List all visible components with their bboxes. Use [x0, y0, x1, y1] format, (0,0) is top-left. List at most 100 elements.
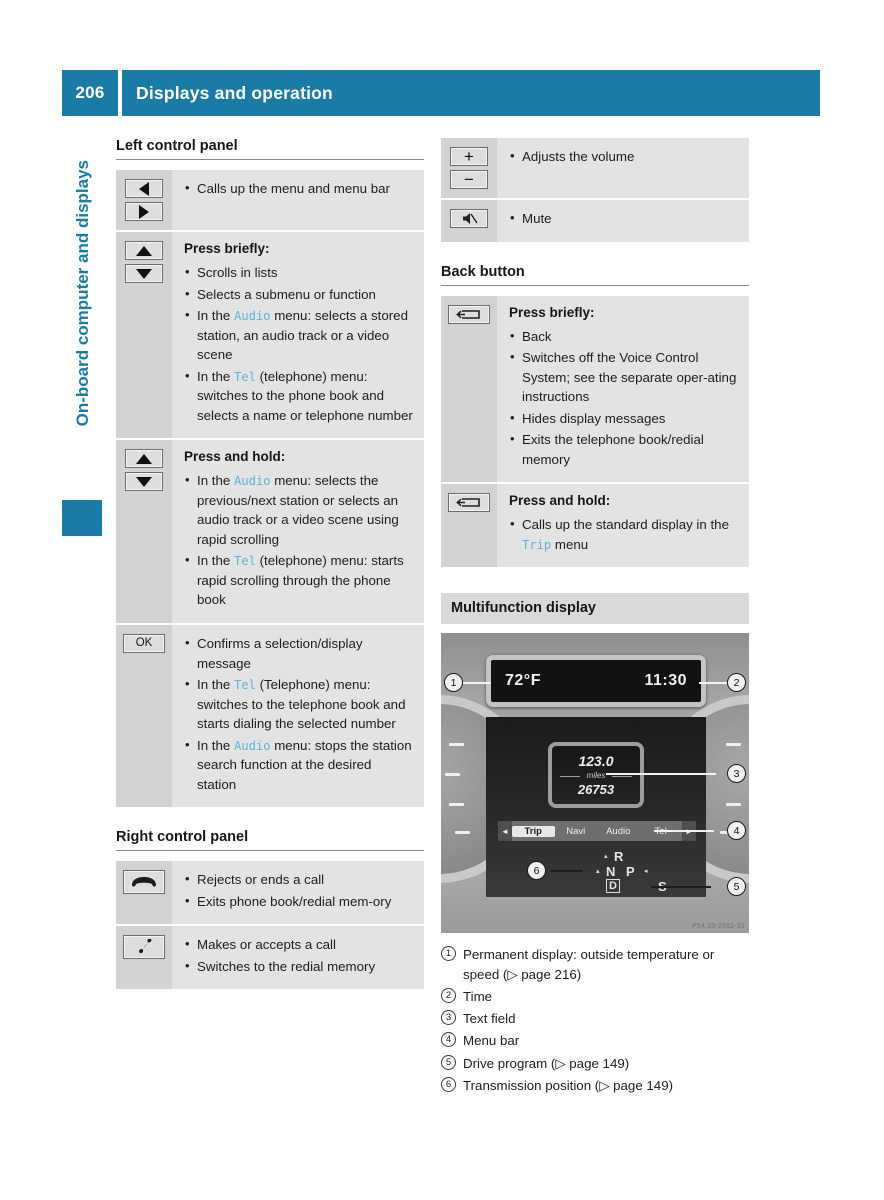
gauge-tick [449, 743, 464, 747]
control-row-title: Press and hold: [184, 449, 286, 465]
control-description-cell: Press and hold: In the Audio menu: select… [172, 440, 424, 623]
leader-line [463, 682, 491, 684]
caption-number-circle: 4 [441, 1032, 456, 1048]
menu-item-navi[interactable]: Navi [555, 826, 598, 837]
bullet-text: Exits phone book/redial mem‐ory [197, 893, 392, 909]
bullet-text: Confirms a selection/display message [197, 635, 363, 671]
bullet-item: Rejects or ends a call [184, 869, 414, 890]
bullet-text: Calls up the menu and menu bar [197, 181, 390, 196]
caption-row: 5 Drive program (▷ page 149) [441, 1054, 749, 1073]
bullet-item: Scrolls in lists [184, 262, 414, 283]
illustration-watermark: P54.33-2661-31 [691, 923, 745, 931]
control-table: Calls up the menu and menu bar Press brie… [116, 170, 424, 808]
bullet-text: Calls up the standard display in the [522, 517, 729, 533]
bullet-item: Back [509, 326, 739, 347]
control-description-cell: Adjusts the volume [497, 138, 749, 198]
caption-number-circle: 2 [441, 987, 456, 1003]
menu-term: Audio [233, 474, 271, 489]
bullet-text: In the [197, 737, 234, 753]
mute-key-icon[interactable] [450, 209, 488, 228]
gauge-tick [449, 803, 464, 807]
section-rule [116, 850, 424, 852]
caption-row: 4 Menu bar [441, 1031, 749, 1050]
caption-number-circle: 3 [441, 1010, 456, 1026]
back-key-icon[interactable] [448, 493, 490, 513]
triangle-left-icon[interactable] [125, 179, 163, 198]
control-row-title: Press briefly: [509, 304, 595, 320]
bullet-item: In the Tel (Telephone) menu: switches to… [184, 674, 414, 734]
phone-call-icon[interactable] [123, 935, 165, 960]
bullet-item: In the Audio menu: stops the station sea… [184, 735, 414, 795]
leader-line [654, 830, 714, 832]
section-heading: Right control panel [116, 829, 249, 846]
menu-term: Tel [233, 554, 256, 569]
permanent-display: 72°F 11:30 [486, 655, 706, 708]
caption-number-circle: 5 [441, 1054, 456, 1070]
bullet-text: Rejects or ends a call [197, 872, 325, 888]
bullet-list: Rejects or ends a call Exits phone book/r… [184, 869, 414, 911]
gauge-tick [455, 831, 470, 835]
triangle-down-icon[interactable] [125, 472, 163, 492]
bullet-item: Hides display messages [509, 408, 739, 429]
menu-term: Audio [233, 738, 271, 753]
text-field: 123.0 miles 26753 [548, 742, 644, 809]
triangle-down-icon[interactable] [125, 264, 163, 283]
section-rule [116, 159, 424, 160]
triangle-right-icon[interactable] [125, 202, 163, 221]
gear-position-r: R [614, 849, 624, 865]
menu-left-arrow-icon[interactable]: ◄ [498, 821, 512, 842]
caption-number-circle: 1 [441, 946, 456, 962]
bullet-list: Calls up the menu and menu bar [184, 178, 414, 199]
triangle-up-icon[interactable] [125, 449, 163, 469]
control-description-cell: Rejects or ends a call Exits phone book/r… [172, 861, 424, 925]
back-button-section: Back button Press briefly: Back Switches o… [441, 264, 749, 568]
callout-5: 5 [727, 877, 746, 897]
bullet-item: Selects a submenu or function [184, 284, 414, 305]
caption-number: 5 [441, 1054, 463, 1070]
bullet-text: Switches to the redial memory [197, 958, 376, 974]
menu-term: Audio [233, 309, 271, 324]
bullet-list: Scrolls in lists Selects a submenu or fun… [184, 262, 414, 426]
menu-item-trip[interactable]: Trip [512, 825, 555, 837]
bullet-item: In the Tel (telephone) menu: switches to… [184, 366, 414, 426]
control-row: Calls up the menu and menu bar [116, 170, 424, 232]
right-column: + −Adjusts the volume Mute Back button Pre… [441, 138, 749, 1098]
plus-key-icon[interactable]: + [450, 147, 488, 166]
control-row: Press briefly: Back Switches off the Voice… [441, 295, 749, 485]
multifunction-screen: 123.0 miles 26753 ◄ Trip Navi Audio Tel … [486, 717, 706, 898]
back-key-icon[interactable] [448, 304, 490, 324]
page-number: 206 [62, 70, 118, 116]
control-description-cell: Makes or accepts a call Switches to the r… [172, 926, 424, 990]
triangle-up-icon[interactable] [125, 241, 163, 260]
control-row: + −Adjusts the volume [441, 138, 749, 200]
bullet-item: Switches to the redial memory [184, 956, 414, 977]
control-panel-section: Left control panel Calls up the menu and … [116, 138, 424, 808]
menu-item-audio[interactable]: Audio [597, 826, 640, 837]
ok-key-icon[interactable]: OK [123, 633, 165, 653]
bullet-item: Mute [509, 208, 739, 229]
trip-distance-value: 123.0 [578, 753, 614, 770]
bullet-item: In the Audio menu: selects the previous/… [184, 470, 414, 549]
chapter-tab-marker [62, 500, 102, 536]
control-icon-cell [116, 170, 172, 230]
caption-text: Transmission position (▷ page 149) [463, 1077, 674, 1093]
minus-key-icon[interactable]: − [450, 170, 488, 189]
back-button-heading: Back button [441, 263, 525, 280]
caption-number-circle: 6 [441, 1076, 456, 1092]
chapter-side-tab: On-board computer and displays [62, 150, 102, 550]
menu-term: Tel [233, 678, 256, 693]
phone-hangup-icon[interactable] [123, 870, 165, 895]
control-icon-cell [116, 440, 172, 623]
caption-text: Time [463, 988, 493, 1004]
control-row: OKConfirms a selection/display messageIn… [116, 624, 424, 808]
section-heading: Left control panel [116, 138, 238, 154]
bullet-list: Back Switches off the Voice Control Syste… [509, 326, 739, 470]
caption-row: 3 Text field [441, 1009, 749, 1028]
chapter-side-tab-label: On-board computer and displays [73, 160, 92, 427]
bullet-list: Mute [509, 208, 739, 229]
bullet-list: Makes or accepts a call Switches to the r… [184, 934, 414, 977]
control-row: Makes or accepts a call Switches to the r… [116, 926, 424, 990]
callout-1: 1 [444, 673, 463, 693]
caption-text: Permanent display: outside temperature o… [463, 947, 715, 982]
page-title: Displays and operation [122, 70, 820, 116]
